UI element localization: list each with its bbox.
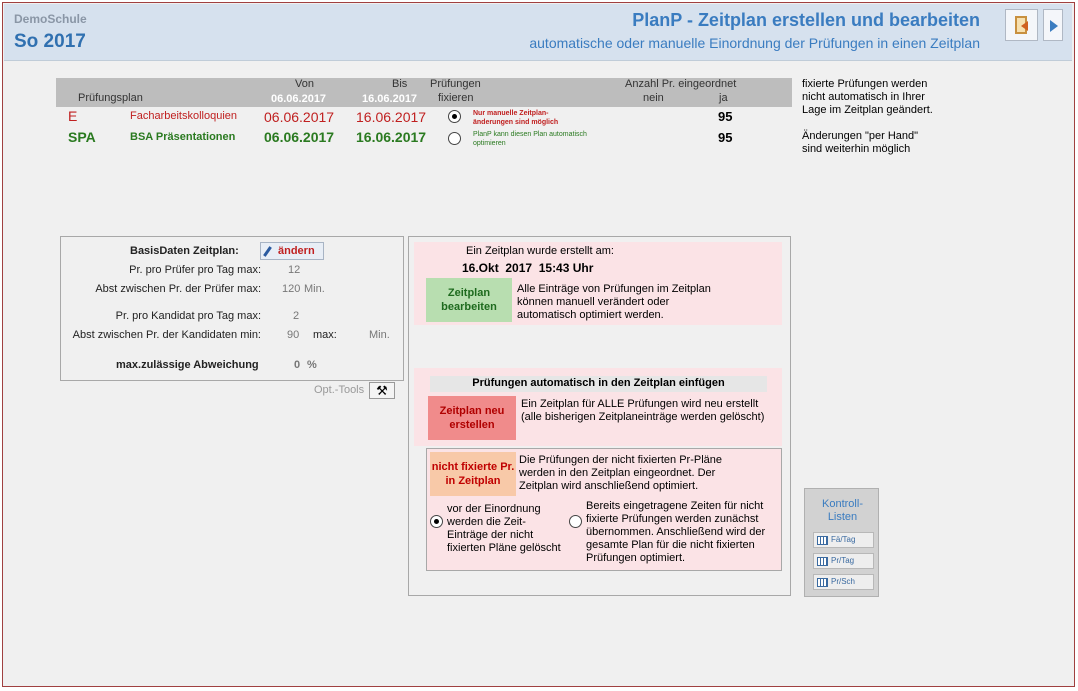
next-button[interactable]: [1043, 9, 1063, 41]
control-lists-panel: Kontroll- Listen Fä/Tag Pr/Tag Pr/Sch: [804, 488, 879, 597]
option-keep-radio[interactable]: [569, 515, 582, 528]
page-subtitle: automatische oder manuelle Einordnung de…: [529, 35, 980, 51]
gap-examiner-value: 120: [282, 283, 301, 295]
edit-schedule-text: Alle Einträge von Prüfungen im Zeitplan …: [517, 283, 711, 321]
header-bar: DemoSchule So 2017 PlanP - Zeitplan erst…: [4, 4, 1072, 61]
term-label: So 2017: [14, 31, 86, 52]
page-title: PlanP - Zeitplan erstellen und bearbeite…: [632, 10, 980, 30]
col-to: Bis: [392, 78, 408, 90]
school-name: DemoSchule: [14, 12, 87, 26]
per-examiner-label: Pr. pro Prüfer pro Tag max:: [129, 264, 261, 276]
fix-info-note: fixierte Prüfungen werden nicht automati…: [802, 78, 933, 155]
edit-basis-button[interactable]: ändern: [260, 242, 324, 260]
gap-candidate-unit: Min.: [369, 329, 390, 341]
exit-arrow-icon: [1021, 21, 1028, 31]
per-examiner-value: 12: [288, 264, 301, 276]
control-list-exam-day-button[interactable]: Pr/Tag: [813, 553, 874, 569]
col-fix-1: Prüfungen: [430, 78, 481, 90]
nonfixed-button[interactable]: nicht fixierte Pr. in Zeitplan: [430, 452, 516, 496]
plan-from: 06.06.2017: [264, 129, 335, 145]
plan-code: SPA: [68, 129, 96, 145]
exit-button[interactable]: [1005, 9, 1038, 41]
plan-to: 16.06.2017: [356, 129, 427, 145]
plan-to: 16.06.2017: [356, 109, 427, 125]
col-no: nein: [643, 92, 664, 104]
plan-from: 06.06.2017: [264, 109, 335, 125]
fix-radio-spa[interactable]: [448, 132, 461, 145]
basis-title: BasisDaten Zeitplan:: [130, 245, 239, 257]
opt-tools-label: Opt.-Tools: [314, 384, 365, 396]
pencil-icon: [263, 246, 272, 257]
col-plan: Prüfungsplan: [78, 92, 143, 104]
new-schedule-button[interactable]: Zeitplan neu erstellen: [428, 396, 516, 440]
col-from: Von: [295, 78, 314, 90]
created-date: 16.Okt 2017 15:43 Uhr: [462, 261, 594, 275]
option-delete-text: vor der Einordnung werden die Zeit- Eint…: [447, 503, 561, 554]
gap-candidate-max: max:: [313, 329, 337, 341]
per-candidate-value: 2: [293, 310, 300, 322]
option-delete-radio[interactable]: [430, 515, 443, 528]
col-from-date: 06.06.2017: [271, 93, 327, 105]
count-yes-spa: 95: [718, 130, 733, 145]
deviation-value: 0: [294, 359, 301, 371]
col-to-date: 16.06.2017: [362, 93, 418, 105]
auto-section-title: Prüfungen automatisch in den Zeitplan ei…: [430, 376, 767, 392]
deviation-unit: %: [307, 359, 317, 371]
new-schedule-text: Ein Zeitplan für ALLE Prüfungen wird neu…: [521, 398, 765, 423]
edit-schedule-button[interactable]: Zeitplan bearbeiten: [426, 278, 512, 322]
count-yes-e: 95: [718, 109, 733, 124]
fix-note-spa: PlanP kann diesen Plan automatisch optimi…: [473, 131, 587, 147]
control-lists-title: Kontroll- Listen: [822, 498, 863, 523]
col-fix-2: fixieren: [438, 92, 474, 104]
fix-note-e: Nur manuelle Zeitplan-änderungen sind mö…: [473, 110, 559, 126]
fix-radio-e[interactable]: [448, 110, 461, 123]
per-candidate-label: Pr. pro Kandidat pro Tag max:: [115, 310, 261, 322]
calendar-icon: [817, 557, 828, 566]
col-yes: ja: [719, 92, 728, 104]
option-keep-text: Bereits eingetragene Zeiten für nicht fi…: [586, 500, 766, 564]
gap-examiner-unit: Min.: [304, 283, 325, 295]
arrow-right-icon: [1050, 20, 1058, 32]
calendar-icon: [817, 536, 828, 545]
gap-examiner-label: Abst zwischen Pr. der Prüfer max:: [95, 283, 261, 295]
control-list-subject-day-button[interactable]: Fä/Tag: [813, 532, 874, 548]
gap-candidate-label: Abst zwischen Pr. der Kandidaten min:: [72, 329, 261, 341]
plan-name: BSA Präsentationen: [130, 131, 236, 143]
basis-data-panel: BasisDaten Zeitplan: ändern Pr. pro Prüf…: [60, 236, 404, 381]
plan-table-header: Prüfungsplan Von 06.06.2017 Bis 16.06.20…: [56, 78, 792, 107]
control-list-exam-student-button[interactable]: Pr/Sch: [813, 574, 874, 590]
nonfixed-text: Die Prüfungen der nicht fixierten Pr-Plä…: [519, 454, 722, 492]
plan-name: Facharbeitskolloquien: [130, 110, 238, 122]
deviation-label: max.zulässige Abweichung: [116, 359, 259, 371]
plan-code: E: [68, 108, 78, 124]
gap-candidate-value: 90: [287, 329, 300, 341]
calendar-icon: [817, 578, 828, 587]
tools-icon[interactable]: ⚒: [369, 382, 395, 399]
created-label: Ein Zeitplan wurde erstellt am:: [466, 245, 614, 257]
col-count: Anzahl Pr. eingeordnet: [625, 78, 737, 90]
